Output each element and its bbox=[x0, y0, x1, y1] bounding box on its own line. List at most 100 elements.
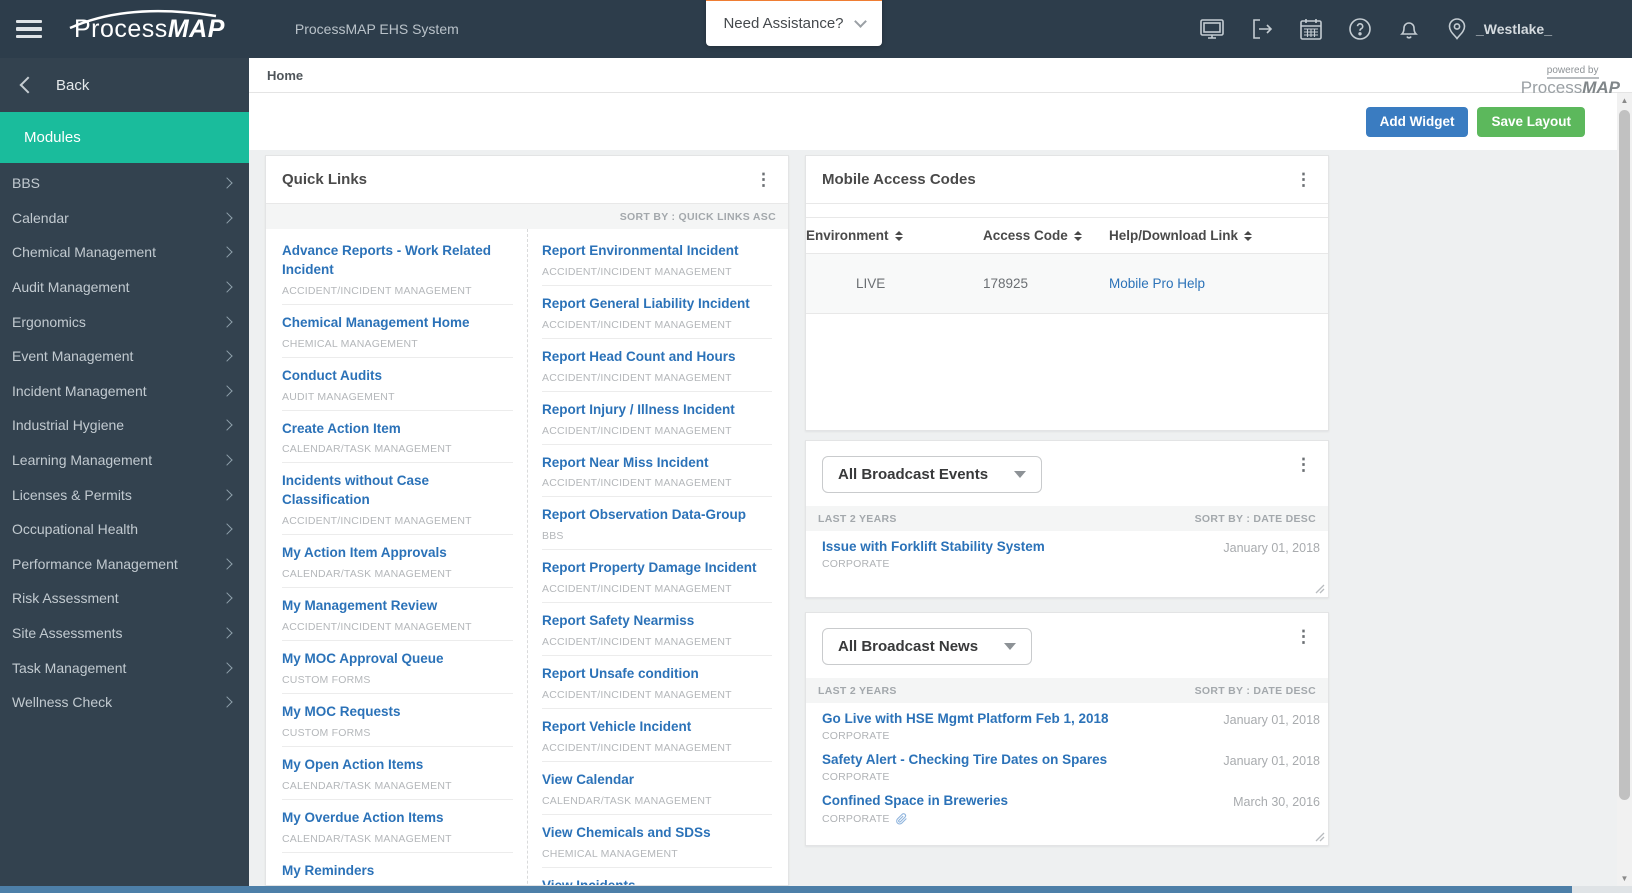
table-column-header[interactable]: Environment bbox=[806, 217, 983, 254]
scroll-down-icon[interactable]: ▼ bbox=[1617, 871, 1632, 886]
sidebar-module-item[interactable]: Site Assessments bbox=[0, 616, 249, 651]
quick-link[interactable]: View Calendar bbox=[542, 771, 772, 790]
quick-link[interactable]: Report Safety Nearmiss bbox=[542, 612, 772, 631]
scroll-up-icon[interactable]: ▲ bbox=[1617, 93, 1632, 108]
horizontal-scrollbar-thumb[interactable] bbox=[0, 886, 1572, 893]
quick-link-category: ACCIDENT/INCIDENT MANAGEMENT bbox=[542, 741, 732, 754]
sidebar-module-item[interactable]: Learning Management bbox=[0, 443, 249, 478]
quick-link[interactable]: Report General Liability Incident bbox=[542, 295, 772, 314]
table-column-header[interactable]: Access Code bbox=[983, 217, 1109, 254]
powered-by-brand: ProcessMAP bbox=[1520, 78, 1620, 97]
quick-link[interactable]: My Overdue Action Items bbox=[282, 809, 513, 828]
quick-link[interactable]: Report Environmental Incident bbox=[542, 242, 772, 261]
quick-link[interactable]: Conduct Audits bbox=[282, 367, 513, 386]
quick-link[interactable]: Report Near Miss Incident bbox=[542, 454, 772, 473]
kebab-menu-icon[interactable]: ⋮ bbox=[755, 171, 772, 188]
calendar-icon[interactable] bbox=[1299, 17, 1323, 41]
help-download-link[interactable]: Mobile Pro Help bbox=[1109, 276, 1205, 291]
quick-link[interactable]: My Open Action Items bbox=[282, 756, 513, 775]
quick-link[interactable]: Incidents without Case Classification bbox=[282, 472, 513, 510]
attachment-icon bbox=[895, 813, 907, 825]
vertical-scrollbar[interactable]: ▲ ▼ bbox=[1617, 93, 1632, 886]
sidebar-module-item[interactable]: Incident Management bbox=[0, 374, 249, 409]
quick-link[interactable]: Report Head Count and Hours bbox=[542, 348, 772, 367]
sidebar-module-item[interactable]: Audit Management bbox=[0, 270, 249, 305]
quick-link-category: ACCIDENT/INCIDENT MANAGEMENT bbox=[542, 371, 732, 384]
modules-header: Modules bbox=[0, 112, 249, 163]
sidebar-module-item[interactable]: Risk Assessment bbox=[0, 581, 249, 616]
help-icon[interactable] bbox=[1348, 17, 1372, 41]
quick-link[interactable]: View Incidents bbox=[542, 877, 772, 885]
quick-link[interactable]: My Reminders bbox=[282, 862, 513, 881]
sidebar-module-item[interactable]: Wellness Check bbox=[0, 685, 249, 720]
quick-link-item: My Reminders CALENDAR/TASK MANAGEMENT bbox=[282, 853, 513, 885]
need-assistance-label: Need Assistance? bbox=[723, 15, 844, 32]
kebab-menu-icon[interactable]: ⋮ bbox=[1295, 628, 1312, 645]
broadcast-title-link[interactable]: Confined Space in Breweries bbox=[822, 793, 1233, 808]
quick-link[interactable]: Report Unsafe condition bbox=[542, 665, 772, 684]
quick-link-category: CALENDAR/TASK MANAGEMENT bbox=[282, 779, 452, 792]
resize-handle[interactable] bbox=[1315, 832, 1325, 842]
quick-link-item: Report Observation Data-Group BBS bbox=[542, 497, 772, 551]
sidebar-module-item[interactable]: BBS bbox=[0, 166, 249, 201]
kebab-menu-icon[interactable]: ⋮ bbox=[1295, 171, 1312, 188]
sidebar-module-item[interactable]: Calendar bbox=[0, 201, 249, 236]
quick-link[interactable]: Report Vehicle Incident bbox=[542, 718, 772, 737]
quick-link-category: BBS bbox=[542, 530, 564, 543]
broadcast-title-link[interactable]: Go Live with HSE Mgmt Platform Feb 1, 20… bbox=[822, 711, 1223, 726]
menu-icon[interactable] bbox=[16, 16, 42, 43]
breadcrumb[interactable]: Home bbox=[267, 68, 303, 83]
display-icon[interactable] bbox=[1199, 17, 1225, 41]
range-label: LAST 2 YEARS bbox=[818, 684, 897, 697]
selector-label: All Broadcast News bbox=[838, 638, 979, 655]
vertical-scrollbar-thumb[interactable] bbox=[1619, 110, 1630, 800]
sidebar-module-item[interactable]: Event Management bbox=[0, 339, 249, 374]
broadcast-news-selector[interactable]: All Broadcast News bbox=[822, 628, 1033, 665]
resize-handle[interactable] bbox=[1315, 584, 1325, 594]
quick-link-category: CALENDAR/TASK MANAGEMENT bbox=[282, 832, 452, 845]
module-label: Chemical Management bbox=[12, 244, 156, 261]
quick-link[interactable]: Chemical Management Home bbox=[282, 314, 513, 333]
quick-link-category: ACCIDENT/INCIDENT MANAGEMENT bbox=[282, 284, 472, 297]
quick-link[interactable]: View Chemicals and SDSs bbox=[542, 824, 772, 843]
module-label: Wellness Check bbox=[12, 694, 113, 711]
back-button[interactable]: Back bbox=[0, 58, 249, 112]
broadcast-news-sortbar: LAST 2 YEARS SORT BY : DATE DESC bbox=[806, 678, 1328, 703]
quick-link[interactable]: Report Injury / Illness Incident bbox=[542, 401, 772, 420]
logout-icon[interactable] bbox=[1250, 17, 1274, 41]
quick-link-item: Create Action Item CALENDAR/TASK MANAGEM… bbox=[282, 411, 513, 464]
sidebar-module-item[interactable]: Industrial Hygiene bbox=[0, 408, 249, 443]
sidebar-module-item[interactable]: Licenses & Permits bbox=[0, 477, 249, 512]
broadcast-category: CORPORATE bbox=[822, 812, 1233, 825]
quick-link[interactable]: My Management Review bbox=[282, 597, 513, 616]
quick-link[interactable]: Report Observation Data-Group bbox=[542, 506, 772, 525]
table-column-header[interactable]: Help/Download Link bbox=[1109, 217, 1328, 254]
quick-link[interactable]: My Action Item Approvals bbox=[282, 544, 513, 563]
add-widget-button[interactable]: Add Widget bbox=[1365, 106, 1469, 137]
broadcast-events-selector[interactable]: All Broadcast Events bbox=[822, 456, 1043, 493]
kebab-menu-icon[interactable]: ⋮ bbox=[1295, 456, 1312, 473]
quick-link[interactable]: Report Property Damage Incident bbox=[542, 559, 772, 578]
quick-link[interactable]: Create Action Item bbox=[282, 420, 513, 439]
broadcast-category: CORPORATE bbox=[822, 730, 890, 742]
sidebar-module-item[interactable]: Occupational Health bbox=[0, 512, 249, 547]
save-layout-button[interactable]: Save Layout bbox=[1477, 106, 1585, 137]
location-selector[interactable]: _Westlake_ bbox=[1446, 17, 1552, 41]
broadcast-title-link[interactable]: Safety Alert - Checking Tire Dates on Sp… bbox=[822, 752, 1223, 767]
quick-link-category: CUSTOM FORMS bbox=[282, 673, 371, 686]
quick-link[interactable]: My MOC Approval Queue bbox=[282, 650, 513, 669]
broadcast-events-list: Issue with Forklift Stability System COR… bbox=[806, 531, 1328, 572]
sidebar-module-item[interactable]: Ergonomics bbox=[0, 304, 249, 339]
quick-link[interactable]: Advance Reports - Work Related Incident bbox=[282, 242, 513, 280]
horizontal-scrollbar[interactable] bbox=[0, 886, 1632, 893]
quick-link[interactable]: My MOC Requests bbox=[282, 703, 513, 722]
sidebar-module-item[interactable]: Performance Management bbox=[0, 547, 249, 582]
sidebar-module-item[interactable]: Chemical Management bbox=[0, 235, 249, 270]
quick-links-widget: Quick Links ⋮ SORT BY : QUICK LINKS ASC … bbox=[265, 155, 789, 886]
app-title: ProcessMAP EHS System bbox=[294, 21, 459, 37]
need-assistance-dropdown[interactable]: Need Assistance? bbox=[706, 0, 882, 46]
broadcast-title-link[interactable]: Issue with Forklift Stability System bbox=[822, 539, 1223, 554]
sidebar-module-item[interactable]: Task Management bbox=[0, 650, 249, 685]
notifications-icon[interactable] bbox=[1397, 17, 1421, 41]
quick-link-category: CHEMICAL MANAGEMENT bbox=[542, 847, 678, 860]
